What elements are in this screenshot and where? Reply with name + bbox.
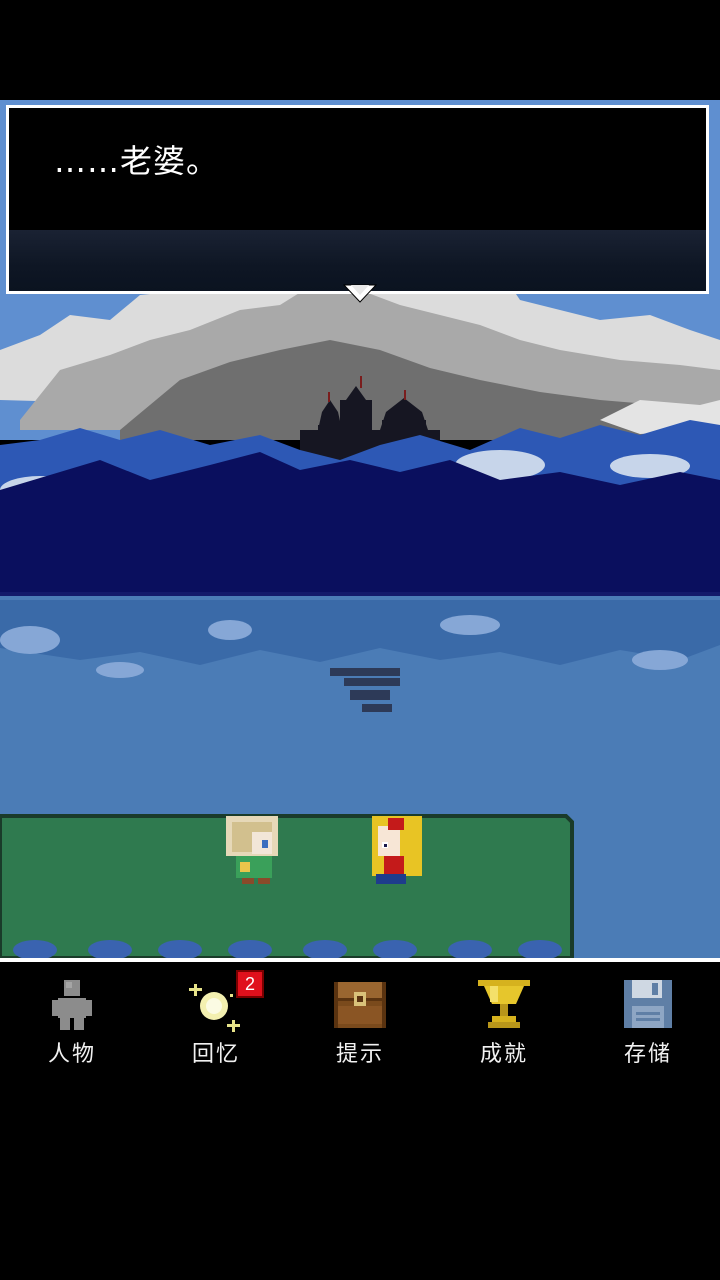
treasure-chest-icon (334, 982, 386, 1028)
grass-platform (0, 814, 574, 958)
menu-save-button[interactable]: 存储 (588, 976, 708, 1068)
dialog-text: ……老婆。 (54, 142, 220, 180)
menu-hints-label: 提示 (335, 1042, 384, 1067)
game-screen[interactable]: ……老婆。 人物 回忆 提示 成就 存储 2 (0, 0, 720, 1280)
floppy-disk-icon (624, 980, 672, 1028)
menu-save-label: 存储 (623, 1042, 672, 1067)
person-icon (52, 980, 92, 1030)
menu-memories-label: 回忆 (191, 1042, 240, 1067)
menu-hints-button[interactable]: 提示 (300, 976, 420, 1068)
menu-achievements-label: 成就 (479, 1042, 528, 1067)
girl-character[interactable] (372, 816, 422, 884)
dialog-continue-arrow-icon[interactable] (343, 284, 377, 304)
trophy-icon (478, 980, 530, 1028)
memories-notification-badge: 2 (236, 970, 264, 998)
menu-achievements-button[interactable]: 成就 (444, 976, 564, 1068)
horizon (0, 592, 720, 596)
menu-characters-label: 人物 (47, 1042, 96, 1067)
dialog-box[interactable]: ……老婆。 (6, 105, 709, 294)
bottom-menu-bar: 人物 回忆 提示 成就 存储 (0, 958, 720, 1070)
dialog-lower-panel (9, 230, 706, 291)
menu-characters-button[interactable]: 人物 (12, 976, 132, 1068)
